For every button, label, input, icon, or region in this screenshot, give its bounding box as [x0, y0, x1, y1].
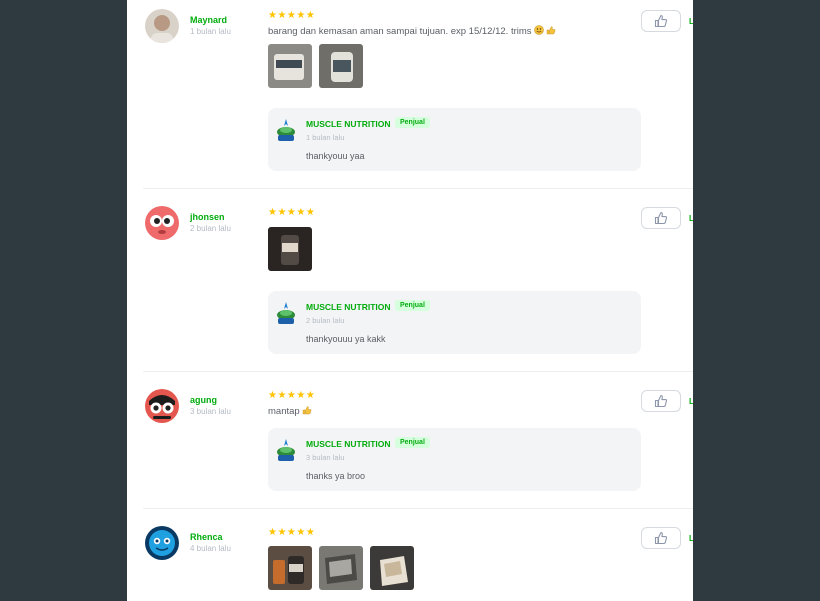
review-photo[interactable] [319, 44, 363, 88]
review-photo[interactable] [370, 546, 414, 590]
more-link[interactable]: L [689, 214, 693, 223]
reply-text: thankyouu yaa [306, 151, 365, 161]
seller-logo-icon [277, 302, 295, 324]
review-item: Rhenca 4 bulan lalu ★★★★★ L [143, 517, 693, 601]
thumbs-up-icon [546, 26, 555, 35]
thumbs-up-icon [654, 14, 668, 28]
seller-reply: MUSCLE NUTRITION Penjual 2 bulan lalu th… [268, 291, 641, 354]
review-item: agung 3 bulan lalu ★★★★★ mantap L MUSCLE… [143, 380, 693, 509]
review-time: 3 bulan lalu [190, 407, 231, 416]
review-photos [268, 546, 414, 590]
reviewer-name[interactable]: agung [190, 395, 217, 405]
helpful-button[interactable] [641, 527, 681, 549]
more-link[interactable]: L [689, 534, 693, 543]
rating-stars: ★★★★★ [268, 527, 316, 538]
rating-stars: ★★★★★ [268, 390, 316, 401]
avatar[interactable] [145, 389, 179, 423]
helpful-button[interactable] [641, 390, 681, 412]
reply-time: 2 bulan lalu [306, 316, 345, 325]
review-item: Maynard 1 bulan lalu ★★★★★ barang dan ke… [143, 0, 693, 189]
reply-time: 3 bulan lalu [306, 453, 345, 462]
review-photo[interactable] [268, 44, 312, 88]
seller-name[interactable]: MUSCLE NUTRITION [306, 302, 391, 312]
review-photos [268, 227, 312, 271]
reviewer-name[interactable]: Rhenca [190, 532, 223, 542]
avatar[interactable] [145, 206, 179, 240]
reviewer-name[interactable]: jhonsen [190, 212, 225, 222]
seller-logo-icon [277, 119, 295, 141]
more-link[interactable]: L [689, 397, 693, 406]
seller-reply: MUSCLE NUTRITION Penjual 1 bulan lalu th… [268, 108, 641, 171]
rating-stars: ★★★★★ [268, 10, 316, 21]
review-photo[interactable] [319, 546, 363, 590]
grinning-face-icon [533, 25, 544, 35]
seller-badge: Penjual [395, 117, 430, 128]
rating-stars: ★★★★★ [268, 207, 316, 218]
review-photo[interactable] [268, 546, 312, 590]
review-time: 2 bulan lalu [190, 224, 231, 233]
reviewer-name[interactable]: Maynard [190, 15, 227, 25]
review-photos [268, 44, 363, 88]
seller-reply: MUSCLE NUTRITION Penjual 3 bulan lalu th… [268, 428, 641, 491]
thumbs-up-icon [302, 406, 312, 415]
reply-text: thanks ya broo [306, 471, 366, 481]
reply-text: thankyouuu ya kakk [306, 334, 386, 344]
reply-time: 1 bulan lalu [306, 133, 345, 142]
helpful-button[interactable] [641, 10, 681, 32]
review-item: jhonsen 2 bulan lalu ★★★★★ L MUSCLE NUTR… [143, 197, 693, 372]
review-time: 1 bulan lalu [190, 27, 231, 36]
review-list: Maynard 1 bulan lalu ★★★★★ barang dan ke… [127, 0, 693, 601]
seller-badge: Penjual [395, 300, 430, 311]
seller-name[interactable]: MUSCLE NUTRITION [306, 119, 391, 129]
thumbs-up-icon [654, 531, 668, 545]
seller-name[interactable]: MUSCLE NUTRITION [306, 439, 391, 449]
review-time: 4 bulan lalu [190, 544, 231, 553]
thumbs-up-icon [654, 211, 668, 225]
thumbs-up-icon [654, 394, 668, 408]
review-photo[interactable] [268, 227, 312, 271]
review-text: mantap [268, 405, 312, 417]
more-link[interactable]: L [689, 17, 693, 26]
seller-badge: Penjual [395, 437, 430, 448]
helpful-button[interactable] [641, 207, 681, 229]
avatar[interactable] [145, 526, 179, 560]
review-text: barang dan kemasan aman sampai tujuan. e… [268, 25, 556, 37]
seller-logo-icon [277, 439, 295, 461]
avatar[interactable] [145, 9, 179, 43]
